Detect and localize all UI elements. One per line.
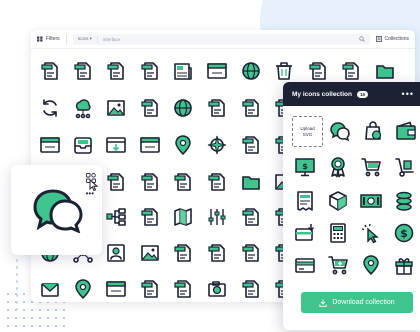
document-icon[interactable] [240,97,262,119]
monitor-dollar-icon[interactable]: $ [294,156,316,178]
user-card-icon[interactable] [105,242,127,264]
collection-header: My icons collection 16 ••• [283,82,420,106]
filters-label: Filters [46,36,60,42]
browser-icon[interactable] [39,134,61,156]
document-icon[interactable] [39,60,61,82]
collection-menu-icon[interactable]: ••• [402,89,414,99]
dollar-coin-icon[interactable]: $ [393,222,415,244]
newspaper-icon[interactable] [172,60,194,82]
cash-icon[interactable] [360,190,382,212]
document-icon[interactable] [139,97,161,119]
shopping-cart-icon[interactable] [360,156,382,178]
search-icon[interactable] [358,35,365,43]
document-icon[interactable] [307,60,329,82]
upload-label: Upload SVG [300,126,314,138]
image-icon[interactable] [105,97,127,119]
cart-add-icon[interactable] [327,254,349,276]
search-bar[interactable]: Icons ▾ interface [72,33,370,45]
toolbar-divider [65,34,67,44]
search-input[interactable]: interface [103,37,120,42]
document-icon[interactable] [105,171,127,193]
chat-bubbles-icon[interactable] [329,120,351,142]
upload-label-line1: Upload [300,125,315,131]
upload-svg-button[interactable]: Upload SVG [292,116,323,147]
document-icon[interactable] [340,60,362,82]
upload-label-line2: SVG [302,131,313,137]
gift-icon[interactable] [393,254,415,276]
location-pin-icon[interactable] [172,134,194,156]
filters-button[interactable]: Filters [37,36,60,42]
browser-icon[interactable] [206,60,228,82]
more-options-icon[interactable]: ••• [86,189,94,198]
filter-icon [37,36,43,42]
download-icon [319,299,328,307]
wallet-icon[interactable] [395,120,417,142]
compass-icon[interactable] [206,134,228,156]
document-icon[interactable] [139,278,161,300]
image-icon[interactable] [139,242,161,264]
selected-icon-card[interactable]: ••• [11,165,102,255]
package-icon[interactable] [327,190,349,212]
credit-card-icon[interactable] [294,254,316,276]
collection-title: My icons collection [292,90,352,98]
document-icon[interactable] [206,242,228,264]
svg-text:$: $ [302,162,308,171]
document-icon[interactable] [172,278,194,300]
collections-button[interactable]: Collections [375,36,409,42]
document-icon[interactable] [240,242,262,264]
search-divider [96,35,98,43]
collection-count-badge: 16 [356,90,368,98]
calculator-icon[interactable] [327,222,349,244]
mail-icon[interactable] [39,278,61,300]
document-icon[interactable] [240,278,262,300]
folder-icon[interactable] [240,171,262,193]
document-icon[interactable] [206,171,228,193]
scope-dropdown[interactable]: Icons ▾ [78,36,92,42]
svg-text:$: $ [400,227,408,240]
document-icon[interactable] [139,60,161,82]
browser-icon[interactable] [139,134,161,156]
discount-bag-icon[interactable] [362,120,384,142]
scope-label: Icons [77,36,89,41]
globe-icon[interactable] [240,60,262,82]
document-icon[interactable] [240,134,262,156]
document-icon[interactable] [139,171,161,193]
credit-card-download-icon[interactable] [294,222,316,244]
cloud-network-icon[interactable] [72,97,94,119]
collection-icon [375,36,382,42]
chat-bubbles-icon [33,189,83,233]
hand-truck-icon[interactable] [393,156,415,178]
download-label: Download collection [332,299,395,306]
document-icon[interactable] [172,242,194,264]
download-collection-button[interactable]: Download collection [301,292,413,313]
trash-icon[interactable] [273,60,295,82]
cursor-click-icon[interactable] [360,222,382,244]
location-pin-icon[interactable] [360,254,382,276]
inbox-icon[interactable] [72,134,94,156]
folder-icon[interactable] [374,60,396,82]
toolbar: Filters Icons ▾ interface Collections [31,30,415,49]
stage: Filters Icons ▾ interface Collections ••… [0,0,420,332]
award-ribbon-icon[interactable] [327,156,349,178]
document-icon[interactable] [105,60,127,82]
collection-panel: My icons collection 16 ••• Upload SVG $ $ … [283,82,420,330]
document-icon[interactable] [139,206,161,228]
location-pin-icon[interactable] [72,278,94,300]
globe-icon[interactable] [172,97,194,119]
document-icon[interactable] [240,206,262,228]
browser-download-icon[interactable] [105,134,127,156]
collections-label: Collections [384,36,409,42]
map-icon[interactable] [172,206,194,228]
browser-icon[interactable] [105,278,127,300]
sliders-icon[interactable] [206,206,228,228]
document-icon[interactable] [206,97,228,119]
receipt-icon[interactable] [294,190,316,212]
dot-pattern-vertical [14,250,20,310]
hierarchy-icon[interactable] [105,206,127,228]
document-icon[interactable] [72,60,94,82]
refresh-icon[interactable] [39,97,61,119]
camera-icon[interactable] [206,278,228,300]
document-icon[interactable] [172,171,194,193]
coins-icon[interactable] [393,190,415,212]
